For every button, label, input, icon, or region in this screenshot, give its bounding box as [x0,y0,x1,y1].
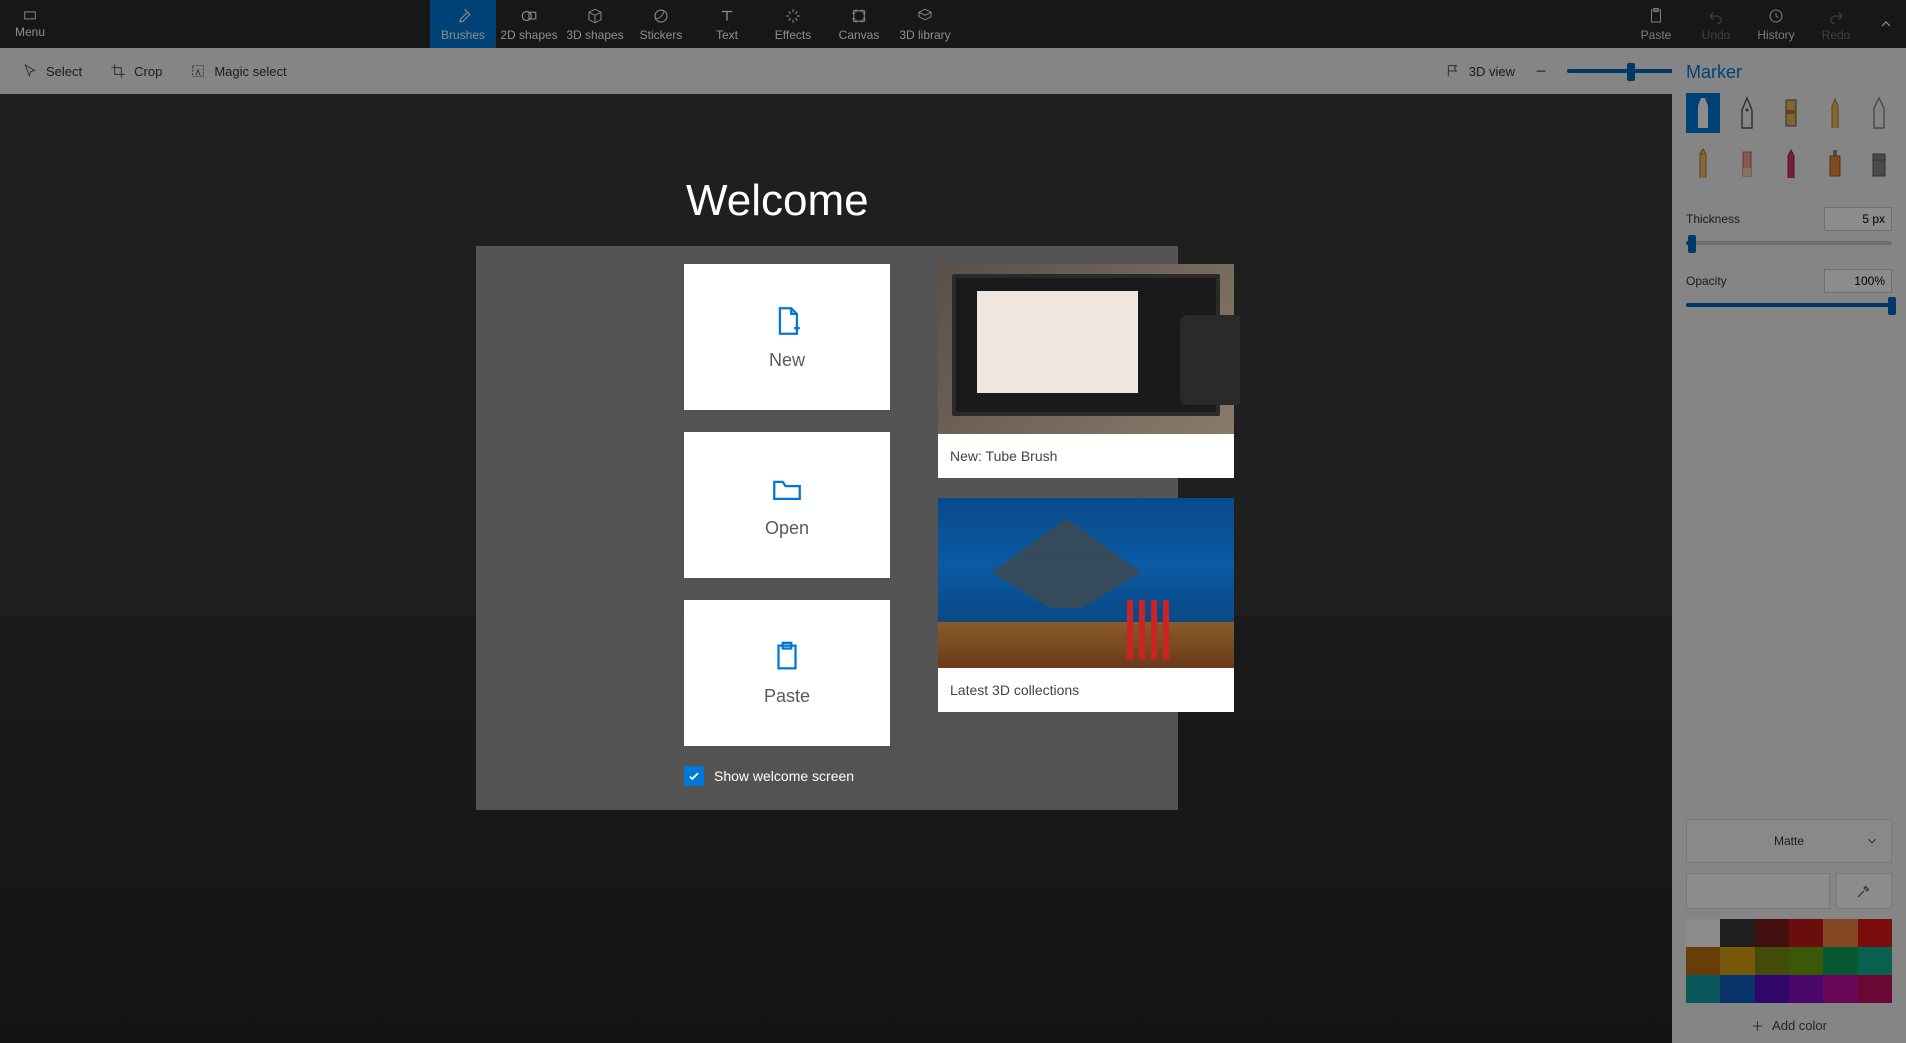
welcome-dialog: Welcome New Open Paste [476,176,1178,810]
paste-tile[interactable]: Paste [684,600,890,746]
video-thumbnail [938,264,1234,434]
stingray-shape [991,518,1141,608]
welcome-columns: New Open Paste [684,264,1150,746]
coral-shape [938,622,1234,668]
card-caption: Latest 3D collections [938,668,1234,712]
check-icon [687,769,701,783]
show-welcome-row[interactable]: Show welcome screen [684,766,1150,786]
new-file-icon [770,304,804,338]
sea-thumbnail [938,498,1234,668]
welcome-title: Welcome [686,176,1178,226]
new-label: New [769,350,805,371]
welcome-action-tiles: New Open Paste [684,264,890,746]
folder-icon [770,472,804,506]
new-tile[interactable]: New [684,264,890,410]
open-tile[interactable]: Open [684,432,890,578]
open-label: Open [765,518,809,539]
collections-card[interactable]: Latest 3D collections [938,498,1234,712]
show-welcome-label: Show welcome screen [714,768,854,784]
welcome-cards: New: Tube Brush Latest 3D collections [938,264,1234,746]
paste-label: Paste [764,686,810,707]
tube-brush-card[interactable]: New: Tube Brush [938,264,1234,478]
card-caption: New: Tube Brush [938,434,1234,478]
scene-hand [1180,315,1240,405]
clipboard-icon [770,640,804,674]
welcome-body: New Open Paste [476,246,1178,810]
modal-overlay[interactable]: Welcome New Open Paste [0,0,1906,1043]
show-welcome-checkbox[interactable] [684,766,704,786]
